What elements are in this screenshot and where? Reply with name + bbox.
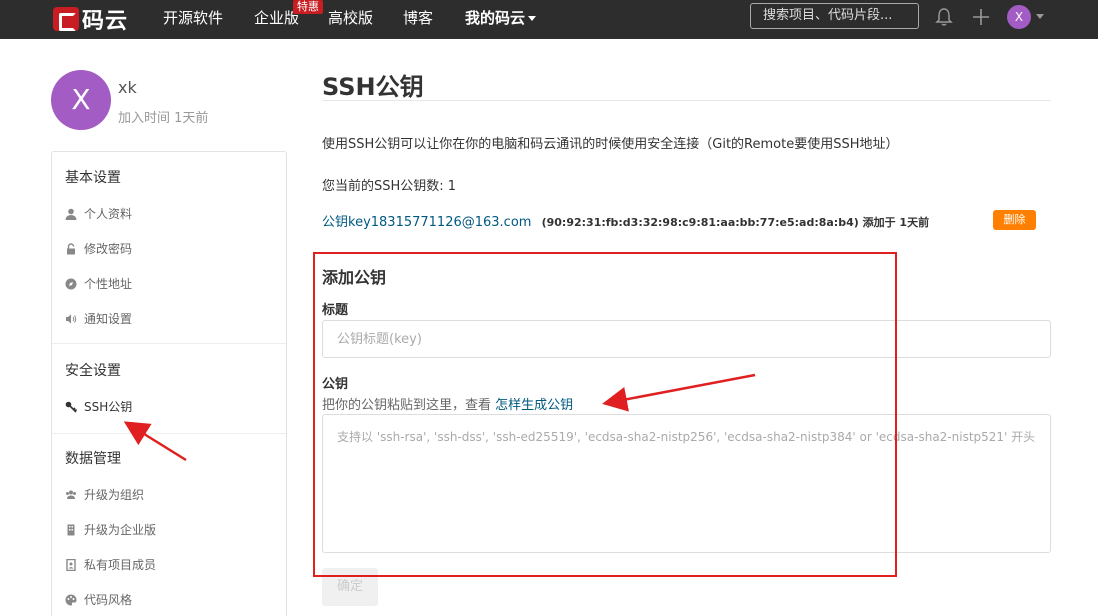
compass-icon (65, 278, 77, 289)
sidebar-item-upgrade-org[interactable]: 升级为组织 (65, 486, 144, 503)
how-to-generate-key-link[interactable]: 怎样生成公钥 (495, 398, 573, 413)
nav-item-my-gitee-label: 我的码云 (465, 9, 526, 27)
hot-badge: 特惠 (293, 0, 323, 14)
nav-item-university[interactable]: 高校版 (328, 8, 373, 28)
nav-item-blog[interactable]: 博客 (403, 8, 433, 28)
speaker-icon (66, 314, 77, 323)
key-title-input[interactable] (322, 320, 1051, 358)
sidebar-section-data: 数据管理 (65, 451, 121, 467)
sidebar-item-personal-url[interactable]: 个性地址 (65, 275, 132, 292)
ssh-key-count: 您当前的SSH公钥数: 1 (322, 179, 457, 194)
sidebar-item-label: 升级为企业版 (84, 523, 157, 537)
user-avatar[interactable]: X (1007, 5, 1031, 29)
sidebar-item-label: 个性地址 (84, 277, 133, 291)
ssh-key-name-link[interactable]: 公钥key18315771126@163.com (322, 215, 531, 230)
sidebar-item-label: 修改密码 (84, 242, 133, 256)
ssh-key-row: 公钥key18315771126@163.com (90:92:31:fb:d3… (322, 211, 929, 230)
sidebar-item-label: 个人资料 (84, 207, 133, 221)
title-divider (322, 100, 1051, 101)
key-icon (65, 401, 77, 413)
sidebar-item-label: 私有项目成员 (84, 558, 157, 572)
key-title-label: 标题 (322, 303, 349, 318)
user-icon (65, 208, 77, 220)
sidebar-divider (52, 433, 286, 434)
delete-key-button[interactable]: 删除 (993, 210, 1036, 230)
avatar-chevron-down-icon[interactable] (1036, 14, 1044, 19)
logo-text: 码云 (82, 9, 129, 34)
ssh-key-fingerprint: (90:92:31:fb:d3:32:98:c9:81:aa:bb:77:e5:… (541, 216, 930, 229)
page-title: SSH公钥 (322, 73, 424, 101)
search-input[interactable]: 搜索项目、代码片段... (750, 3, 919, 29)
sidebar-item-profile[interactable]: 个人资料 (65, 205, 132, 222)
ssh-description: 使用SSH公钥可以让你在你的电脑和码云通讯的时候使用安全连接（Git的Remot… (322, 137, 899, 152)
nav-item-opensource[interactable]: 开源软件 (163, 8, 223, 28)
sidebar-item-upgrade-enterprise[interactable]: 升级为企业版 (65, 521, 156, 538)
profile-avatar[interactable]: X (51, 70, 111, 130)
palette-icon (65, 594, 77, 605)
nav-item-my-gitee[interactable]: 我的码云 (465, 8, 537, 28)
building-icon (67, 524, 75, 535)
member-icon (66, 558, 76, 571)
logo[interactable]: 码云 (53, 5, 129, 34)
sidebar-item-notifications[interactable]: 通知设置 (65, 310, 132, 327)
sidebar-item-code-style[interactable]: 代码风格 (65, 591, 132, 608)
add-key-heading: 添加公钥 (322, 268, 387, 287)
annotation-arrow-generate (602, 373, 756, 412)
sidebar-item-ssh-keys[interactable]: SSH公钥 (65, 398, 132, 415)
top-navbar: 码云 开源软件 企业版 特惠 高校版 博客 我的码云 搜索项目、代码片段... … (0, 0, 1098, 39)
confirm-button[interactable]: 确定 (322, 568, 378, 606)
sidebar-item-private-members[interactable]: 私有项目成员 (65, 556, 156, 573)
sidebar-section-basic: 基本设置 (65, 170, 121, 186)
sidebar-item-password[interactable]: 修改密码 (65, 240, 132, 257)
bell-icon[interactable] (935, 7, 953, 27)
users-icon (66, 490, 76, 499)
hint-text: 把你的公钥粘贴到这里，查看 (322, 398, 496, 413)
public-key-textarea[interactable] (322, 414, 1051, 553)
sidebar-divider (52, 343, 286, 344)
chevron-down-icon (528, 16, 537, 21)
profile-name[interactable]: xk (118, 78, 137, 97)
sidebar-item-label: SSH公钥 (84, 400, 133, 414)
sidebar-item-label: 代码风格 (84, 593, 133, 607)
gitee-logo-icon (53, 7, 79, 31)
public-key-label: 公钥 (322, 377, 349, 392)
public-key-hint: 把你的公钥粘贴到这里，查看 怎样生成公钥 (322, 394, 573, 413)
lock-icon (67, 242, 75, 254)
profile-joined-time: 加入时间 1天前 (118, 111, 209, 126)
sidebar-section-security: 安全设置 (65, 363, 121, 379)
sidebar-item-label: 通知设置 (84, 312, 133, 326)
plus-icon[interactable] (972, 8, 990, 26)
sidebar-item-label: 升级为组织 (84, 488, 145, 502)
settings-sidebar: 基本设置 个人资料 修改密码 个性地址 通知设置 安全设置 SSH公钥 数据管理… (51, 151, 287, 616)
